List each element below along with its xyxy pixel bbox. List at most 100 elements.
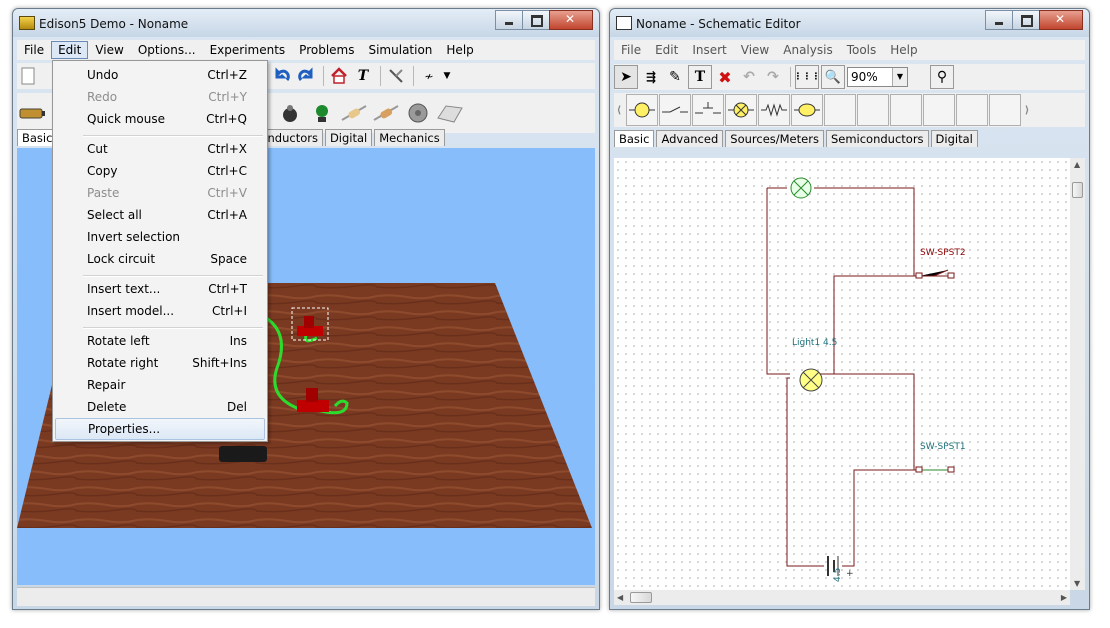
schematic-switch-sw-spst2[interactable] <box>915 269 955 279</box>
probe-icon[interactable] <box>385 65 407 87</box>
menu-item-cut[interactable]: Cut Ctrl+X <box>55 139 265 159</box>
zoom-select[interactable]: 90% ▼ <box>847 67 908 87</box>
vertical-scroll-thumb[interactable] <box>1072 182 1083 198</box>
menu-view[interactable]: View <box>734 41 776 59</box>
new-icon[interactable] <box>17 65 39 87</box>
empty-slot[interactable] <box>824 94 856 126</box>
pushbutton-symbol-icon[interactable] <box>692 94 724 126</box>
menu-options[interactable]: Options... <box>131 41 203 59</box>
menu-item-copy[interactable]: Copy Ctrl+C <box>55 161 265 181</box>
tab-digital[interactable]: Digital <box>930 130 978 147</box>
horizontal-scrollbar[interactable]: ◀ ▶ <box>614 590 1070 605</box>
menu-edit[interactable]: Edit <box>648 41 685 59</box>
bulb-symbol-icon[interactable] <box>725 94 757 126</box>
menu-help[interactable]: Help <box>439 41 480 59</box>
delete-icon[interactable]: ✖ <box>714 66 736 88</box>
horizontal-scroll-thumb[interactable] <box>630 592 652 603</box>
tab-sources-meters[interactable]: Sources/Meters <box>725 130 824 147</box>
menu-view[interactable]: View <box>88 41 130 59</box>
switch-icon[interactable]: ≁ <box>418 65 440 87</box>
motor-symbol-icon[interactable] <box>791 94 823 126</box>
schematic-app-icon[interactable] <box>616 16 632 30</box>
scroll-right-icon[interactable]: ▶ <box>1061 593 1067 602</box>
scroll-down-icon[interactable]: ▼ <box>1074 579 1080 588</box>
tab-semiconductors[interactable]: Semiconductors <box>825 130 929 147</box>
redo-icon[interactable] <box>295 65 317 87</box>
empty-slot[interactable] <box>923 94 955 126</box>
battery-component-icon[interactable] <box>17 98 47 128</box>
empty-slot[interactable] <box>890 94 922 126</box>
menu-experiments[interactable]: Experiments <box>203 41 293 59</box>
menu-item-rotate-right[interactable]: Rotate right Shift+Ins <box>55 353 265 373</box>
schematic-lamp-top[interactable] <box>790 177 812 199</box>
tab-digital[interactable]: Digital <box>324 129 373 146</box>
battery-3d[interactable] <box>219 446 267 462</box>
chevron-down-icon[interactable]: ▼ <box>442 65 452 87</box>
text-icon[interactable]: T <box>688 65 712 89</box>
maximize-button[interactable] <box>1012 10 1040 30</box>
schematic-canvas[interactable]: SW-SPST2 Light1 4.5 SW-SPST1 + 4.5 <box>614 158 1070 590</box>
pointer-icon[interactable]: ➤ <box>614 65 638 89</box>
scroll-left-icon[interactable]: ◀ <box>617 593 623 602</box>
menu-item-quick-mouse[interactable]: Quick mouse Ctrl+Q <box>55 109 265 129</box>
potentiometer-component-icon[interactable] <box>371 98 401 128</box>
minimize-button[interactable] <box>495 10 523 30</box>
menu-file[interactable]: File <box>614 41 648 59</box>
menu-analysis[interactable]: Analysis <box>776 41 839 59</box>
undo-icon[interactable] <box>271 65 293 87</box>
chevron-down-icon[interactable]: ▼ <box>892 68 907 86</box>
menu-item-delete[interactable]: Delete Del <box>55 397 265 417</box>
scroll-up-icon[interactable]: ▲ <box>1074 160 1080 169</box>
empty-slot[interactable] <box>857 94 889 126</box>
menu-edit[interactable]: Edit <box>51 41 89 59</box>
empty-slot[interactable] <box>956 94 988 126</box>
tab-advanced[interactable]: Advanced <box>656 130 724 147</box>
schematic-switch-sw-spst1[interactable] <box>915 466 955 473</box>
scroll-left-icon[interactable]: ⟨ <box>614 99 624 121</box>
switch-symbol-icon[interactable] <box>659 94 691 126</box>
board-component-icon[interactable] <box>435 98 465 128</box>
title-bar[interactable]: Noname - Schematic Editor <box>610 9 1089 37</box>
menu-item-repair[interactable]: Repair <box>55 375 265 395</box>
home-icon[interactable] <box>328 65 350 87</box>
pencil-icon[interactable]: ✎ <box>664 66 686 88</box>
menu-item-properties[interactable]: Properties... <box>55 418 265 440</box>
menu-item-insert-text[interactable]: Insert text... Ctrl+T <box>55 279 265 299</box>
grid-icon[interactable]: ⋮⋮⋮ <box>794 65 821 89</box>
app-icon[interactable] <box>19 16 35 30</box>
menu-help[interactable]: Help <box>883 41 924 59</box>
tab-mechanics[interactable]: Mechanics <box>374 129 445 146</box>
tab-basic[interactable]: Basic <box>614 130 655 147</box>
minimize-button[interactable] <box>985 10 1013 30</box>
wire-tool-icon[interactable]: ⇶ <box>640 66 662 88</box>
menu-item-select-all[interactable]: Select all Ctrl+A <box>55 205 265 225</box>
menu-file[interactable]: File <box>17 41 51 59</box>
menu-tools[interactable]: Tools <box>840 41 884 59</box>
close-button[interactable] <box>549 10 593 30</box>
close-button[interactable] <box>1039 10 1083 30</box>
menu-item-lock-circuit[interactable]: Lock circuit Space <box>55 249 265 269</box>
title-bar[interactable]: Edison5 Demo - Noname <box>13 9 599 37</box>
maximize-button[interactable] <box>522 10 550 30</box>
menu-insert[interactable]: Insert <box>685 41 733 59</box>
probe-icon[interactable]: ⚲ <box>930 65 954 89</box>
motor-component-icon[interactable] <box>403 98 433 128</box>
schematic-lamp-light1[interactable] <box>799 368 823 392</box>
zoom-icon[interactable]: 🔍 <box>821 65 845 89</box>
menu-item-undo[interactable]: Undo Ctrl+Z <box>55 65 265 85</box>
redo-icon[interactable]: ↷ <box>762 66 784 88</box>
menu-item-invert-selection[interactable]: Invert selection <box>55 227 265 247</box>
text-icon[interactable]: T <box>352 65 374 87</box>
scroll-right-icon[interactable]: ⟩ <box>1022 99 1032 121</box>
menu-item-rotate-left[interactable]: Rotate left Ins <box>55 331 265 351</box>
vertical-scrollbar[interactable]: ▲ ▼ <box>1070 158 1085 590</box>
menu-item-insert-model[interactable]: Insert model... Ctrl+I <box>55 301 265 321</box>
menu-simulation[interactable]: Simulation <box>361 41 439 59</box>
resistor-component-icon[interactable] <box>339 98 369 128</box>
resistor-symbol-icon[interactable] <box>758 94 790 126</box>
led-component-icon[interactable] <box>307 98 337 128</box>
undo-icon[interactable]: ↶ <box>738 66 760 88</box>
empty-slot[interactable] <box>989 94 1021 126</box>
knob-component-icon[interactable] <box>275 98 305 128</box>
menu-problems[interactable]: Problems <box>292 41 361 59</box>
